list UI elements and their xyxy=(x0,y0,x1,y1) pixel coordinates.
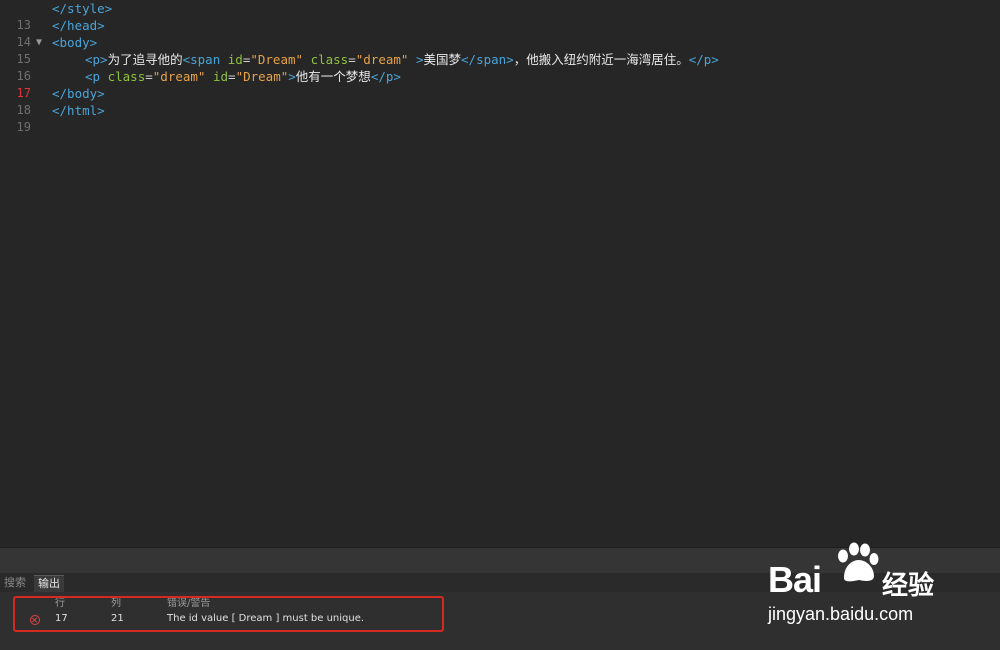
tag-p-open: <p> xyxy=(85,52,108,67)
attr-name: class xyxy=(310,52,349,67)
equals: = xyxy=(228,69,236,84)
tag-p-open: <p xyxy=(85,69,101,84)
code-text: </html> xyxy=(52,103,105,118)
code-line-15[interactable]: 15 ▼ <body> xyxy=(0,34,1000,66)
text-content: 他有一个梦想 xyxy=(295,69,371,84)
code-text: <p class="dream" id="Dream">他有一个梦想</p> xyxy=(85,68,401,85)
tag-p-close: </p> xyxy=(688,52,719,67)
text-content: 美国梦 xyxy=(423,52,462,67)
attr-value: "dream" xyxy=(152,69,206,84)
code-text: </body> xyxy=(52,86,105,101)
code-line-17[interactable]: 17 <p class="dream" id="Dream">他有一个梦想</p… xyxy=(0,68,1000,100)
code-text: </head> xyxy=(52,18,105,33)
code-line-18[interactable]: 18 </body> xyxy=(0,85,1000,117)
code-editor[interactable]: 13 </style> 14 </head> 15 ▼ <body> 16 <p… xyxy=(0,0,1000,547)
tab-output[interactable]: 输出 xyxy=(34,575,64,592)
annotation-highlight-box xyxy=(13,596,444,632)
tab-search[interactable]: 搜索 xyxy=(0,575,30,591)
attr-value: "dream" xyxy=(355,52,409,67)
baidu-paw-icon xyxy=(838,542,879,582)
baidu-jingyan-watermark: Bai 经验 jingyan.baidu.com xyxy=(760,540,990,640)
attr-value: "Dream" xyxy=(250,52,304,67)
attr-name: class xyxy=(107,69,146,84)
watermark-url: jingyan.baidu.com xyxy=(768,604,914,624)
fold-arrow-icon[interactable]: ▼ xyxy=(36,34,42,51)
line-number: 19 xyxy=(16,120,31,134)
text-content: ，他搬入纽约附近一海湾居住。 xyxy=(513,52,689,67)
code-line-14[interactable]: 14 </head> xyxy=(0,17,1000,49)
tag-close-bracket: > xyxy=(288,69,296,84)
watermark-brand: Bai xyxy=(768,559,822,600)
watermark-brand-suffix: 经验 xyxy=(882,570,935,600)
tag-p-close: </p> xyxy=(370,69,401,84)
tag-span-open: <span xyxy=(182,52,221,67)
code-text: <p>为了追寻他的<span id="Dream" class="dream" … xyxy=(85,51,719,68)
attr-name: id xyxy=(227,52,243,67)
attr-value: "Dream" xyxy=(235,69,289,84)
tag-close-bracket: > xyxy=(415,52,424,67)
code-text: </style> xyxy=(52,1,113,16)
code-line-16[interactable]: 16 <p>为了追寻他的<span id="Dream" class="drea… xyxy=(0,51,1000,83)
attr-name: id xyxy=(212,69,229,84)
code-line-13[interactable]: 13 </style> xyxy=(0,0,1000,32)
equals: = xyxy=(348,52,356,67)
code-text: <body> xyxy=(52,35,98,50)
equals: = xyxy=(145,69,153,84)
code-line-19[interactable]: 19 </html> xyxy=(0,102,1000,134)
tag-span-close: </span> xyxy=(461,52,514,67)
text-content: 为了追寻他的 xyxy=(107,52,183,67)
